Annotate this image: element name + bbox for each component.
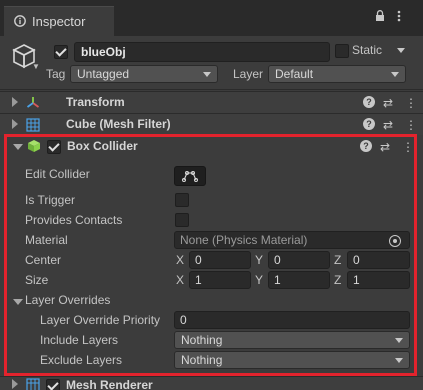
help-icon[interactable]: ? xyxy=(360,140,372,152)
axis-z-label: Z xyxy=(334,273,342,287)
size-y-field[interactable]: 1 xyxy=(268,271,330,289)
transform-icon xyxy=(26,96,40,110)
edit-collider-button[interactable] xyxy=(174,166,206,186)
exclude-layers-value: Nothing xyxy=(181,353,223,367)
size-z-field[interactable]: 1 xyxy=(347,271,410,289)
layer-override-priority-label: Layer Override Priority xyxy=(40,313,161,327)
provides-contacts-label: Provides Contacts xyxy=(25,213,123,227)
presets-icon[interactable]: ⇄ xyxy=(380,140,390,154)
include-layers-value: Nothing xyxy=(181,333,223,347)
fold-arrow-icon[interactable] xyxy=(12,119,18,129)
provides-contacts-checkbox[interactable] xyxy=(175,213,189,227)
axis-x-label: X xyxy=(176,273,185,287)
chevron-down-icon xyxy=(395,338,403,343)
center-x-field[interactable]: 0 xyxy=(189,251,251,269)
static-checkbox[interactable] xyxy=(335,44,349,58)
box-collider-header[interactable]: Box Collider ? ⇄ ⋮ xyxy=(4,136,417,158)
tag-dropdown[interactable]: Untagged xyxy=(70,65,218,83)
component-mesh-filter[interactable]: Cube (Mesh Filter) ? ⇄ ⋮ xyxy=(0,113,423,135)
presets-icon[interactable]: ⇄ xyxy=(383,118,393,132)
object-name-field[interactable]: blueObj xyxy=(74,42,330,62)
axis-y-label: Y xyxy=(255,273,264,287)
component-title: Transform xyxy=(66,95,125,109)
help-icon[interactable]: ? xyxy=(363,96,375,108)
presets-icon[interactable]: ⇄ xyxy=(383,96,393,110)
size-label: Size xyxy=(25,273,49,287)
axis-x-label: X xyxy=(176,253,185,267)
icon-dropdown-caret[interactable]: ▼ xyxy=(32,62,40,71)
fold-arrow-icon[interactable] xyxy=(12,379,18,389)
more-options-icon[interactable]: ⋮ xyxy=(402,140,414,154)
chevron-down-icon xyxy=(391,72,399,77)
chevron-down-icon xyxy=(203,72,211,77)
tab-title: Inspector xyxy=(32,14,86,29)
material-field[interactable]: None (Physics Material) xyxy=(174,231,410,249)
is-trigger-checkbox[interactable] xyxy=(175,193,189,207)
material-label: Material xyxy=(25,233,68,247)
object-header: ▼ blueObj Static Tag Untagged Layer Defa… xyxy=(0,36,423,90)
enabled-checkbox[interactable] xyxy=(47,140,61,154)
size-x-field[interactable]: 1 xyxy=(189,271,251,289)
include-layers-dropdown[interactable]: Nothing xyxy=(174,331,410,349)
component-actions: ? ⇄ ⋮ xyxy=(355,96,417,110)
help-icon[interactable]: ? xyxy=(363,118,375,130)
more-options-icon[interactable] xyxy=(397,10,401,25)
component-actions: ? ⇄ ⋮ xyxy=(355,118,417,132)
tag-label: Tag xyxy=(46,67,66,81)
chevron-down-icon xyxy=(395,358,403,363)
exclude-layers-dropdown[interactable]: Nothing xyxy=(174,351,410,369)
static-label: Static xyxy=(352,43,383,57)
layer-value: Default xyxy=(275,67,314,81)
more-options-icon[interactable]: ⋮ xyxy=(405,118,417,132)
component-title: Mesh Renderer xyxy=(66,378,153,390)
more-options-icon[interactable]: ⋮ xyxy=(405,96,417,110)
tag-value: Untagged xyxy=(77,67,130,81)
axis-y-label: Y xyxy=(255,253,264,267)
tab-inspector[interactable]: Inspector xyxy=(4,6,114,36)
active-checkbox[interactable] xyxy=(54,45,68,59)
layer-override-priority-field[interactable]: 0 xyxy=(174,311,410,329)
component-box-collider: Box Collider ? ⇄ ⋮ Edit Collider Is Trig… xyxy=(4,134,417,376)
include-layers-label: Include Layers xyxy=(40,333,119,347)
exclude-layers-label: Exclude Layers xyxy=(40,353,123,367)
fold-arrow-open-icon[interactable] xyxy=(13,144,23,150)
fold-arrow-icon[interactable] xyxy=(12,97,18,107)
component-title: Box Collider xyxy=(67,139,138,153)
center-z-field[interactable]: 0 xyxy=(347,251,410,269)
component-mesh-renderer[interactable]: Mesh Renderer xyxy=(0,376,423,390)
center-y-field[interactable]: 0 xyxy=(268,251,330,269)
lock-icon[interactable] xyxy=(375,10,385,25)
object-picker-icon[interactable] xyxy=(389,235,401,247)
material-value: None (Physics Material) xyxy=(180,233,308,247)
grid-icon xyxy=(26,118,40,132)
layer-dropdown[interactable]: Default xyxy=(268,65,406,83)
center-label: Center xyxy=(25,253,62,267)
layer-label: Layer xyxy=(233,67,264,81)
component-title: Cube (Mesh Filter) xyxy=(66,117,171,131)
component-actions: ? ⇄ ⋮ xyxy=(352,140,414,154)
enabled-checkbox[interactable] xyxy=(46,379,60,390)
component-transform[interactable]: Transform ? ⇄ ⋮ xyxy=(0,91,423,113)
static-dropdown-arrow[interactable] xyxy=(397,48,405,53)
edit-bounds-icon xyxy=(182,171,198,182)
info-icon xyxy=(14,15,26,27)
tab-bar: Inspector xyxy=(0,0,423,36)
axis-z-label: Z xyxy=(334,253,342,267)
grid-icon xyxy=(26,378,40,390)
layer-overrides-label[interactable]: Layer Overrides xyxy=(25,293,110,307)
box-collider-icon xyxy=(27,139,41,156)
edit-collider-label: Edit Collider xyxy=(25,167,90,181)
is-trigger-label: Is Trigger xyxy=(25,193,76,207)
layer-overrides-fold-icon[interactable] xyxy=(13,299,23,305)
